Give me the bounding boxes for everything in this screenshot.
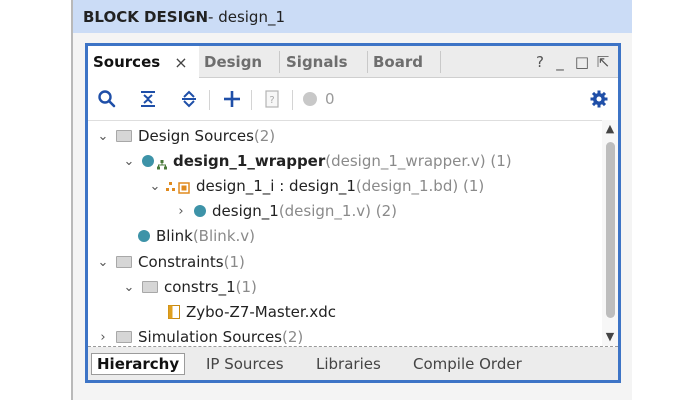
block-design-icon (166, 180, 190, 194)
unknown-file-icon[interactable]: ? (261, 88, 283, 110)
source-tree: ⌄ Design Sources (2) ⌄ design_1_wrapper … (88, 120, 602, 346)
tab-sources-label: Sources (93, 53, 161, 71)
scroll-up-icon[interactable]: ▲ (604, 122, 616, 135)
hierarchy-icon (157, 156, 167, 170)
tab-signals-label: Signals (286, 52, 348, 71)
tab-hierarchy[interactable]: Hierarchy (91, 353, 186, 375)
tab-bar: Sources × Design Signals Board ? _ □ ⇱ (88, 46, 618, 78)
status-indicator: 0 (303, 88, 343, 110)
tree-node-label: Simulation Sources (138, 328, 283, 346)
folder-icon (116, 130, 132, 142)
status-dot-icon (303, 92, 317, 106)
toolbar-divider (209, 90, 210, 110)
tree-node-label: Zybo-Z7-Master.xdc (186, 303, 337, 321)
tree-node-label: design_1_i : design_1 (196, 177, 356, 195)
expand-all-icon[interactable] (178, 88, 200, 110)
window-header: BLOCK DESIGN - design_1 (73, 0, 632, 33)
sources-window: Sources × Design Signals Board ? _ □ ⇱ ?… (85, 43, 621, 383)
vertical-scrollbar[interactable]: ▲ ▼ (602, 120, 618, 346)
tree-node-label: design_1 (212, 202, 279, 220)
folder-icon (116, 256, 132, 268)
bottom-tab-bar: Hierarchy IP Sources Libraries Compile O… (88, 347, 618, 380)
svg-text:?: ? (269, 95, 274, 106)
tree-node-xdc-file[interactable]: Zybo-Z7-Master.xdc (168, 300, 336, 324)
tree-node-blink[interactable]: Blink (Blink.v) (138, 224, 255, 248)
tree-node-label: Constraints (138, 253, 224, 271)
tab-divider (440, 51, 441, 73)
tree-node-constrs-1[interactable]: ⌄ constrs_1 (1) (122, 275, 257, 299)
tab-ip-sources[interactable]: IP Sources (201, 353, 289, 375)
tab-libraries[interactable]: Libraries (311, 353, 386, 375)
tree-node-label: Design Sources (138, 127, 254, 145)
module-dot-icon (142, 155, 154, 167)
tree-node-detail: (2) (253, 127, 276, 145)
tree-node-design-sources[interactable]: ⌄ Design Sources (2) (96, 124, 276, 148)
xdc-file-icon (168, 305, 180, 319)
chevron-down-icon[interactable]: ⌄ (96, 129, 110, 144)
folder-icon (116, 331, 132, 343)
tree-node-constraints[interactable]: ⌄ Constraints (1) (96, 250, 245, 274)
tree-node-detail: (Blink.v) (192, 227, 255, 245)
tree-node-detail: (2) (282, 328, 304, 346)
status-count: 0 (325, 90, 335, 108)
module-dot-icon (194, 205, 206, 217)
chevron-down-icon[interactable]: ⌄ (148, 179, 162, 194)
chevron-down-icon[interactable]: ⌄ (96, 255, 110, 270)
add-icon[interactable] (221, 88, 243, 110)
maximize-icon[interactable]: □ (573, 52, 591, 72)
scroll-down-icon[interactable]: ▼ (604, 330, 616, 343)
float-icon[interactable]: ⇱ (594, 52, 612, 72)
module-dot-icon (138, 230, 150, 242)
tree-node-design-1-wrapper[interactable]: ⌄ design_1_wrapper (design_1_wrapper.v) … (122, 149, 512, 173)
tab-sources[interactable]: Sources × (88, 46, 199, 78)
tree-node-design-1[interactable]: › design_1 (design_1.v) (2) (174, 199, 397, 223)
toolbar: ? 0 (88, 78, 618, 120)
tab-board-label: Board (373, 52, 423, 71)
tree-node-simulation-sources[interactable]: › Simulation Sources (2) (96, 325, 303, 346)
tree-node-detail: (design_1.bd) (1) (355, 177, 485, 195)
header-title-rest: - design_1 (208, 7, 286, 26)
scrollbar-thumb[interactable] (606, 142, 615, 318)
tree-node-design-1-i[interactable]: ⌄ design_1_i : design_1 (design_1.bd) (1… (148, 174, 485, 198)
toolbar-divider (251, 90, 252, 110)
tree-node-label: design_1_wrapper (173, 152, 326, 170)
close-icon[interactable]: × (174, 53, 187, 72)
chevron-down-icon[interactable]: ⌄ (122, 154, 136, 169)
tab-divider (279, 51, 280, 73)
header-title-bold: BLOCK DESIGN (83, 7, 209, 26)
tree-node-detail: (design_1.v) (2) (278, 202, 397, 220)
tab-board[interactable]: Board (368, 46, 440, 77)
tree-node-detail: (1) (223, 253, 245, 271)
help-icon[interactable]: ? (531, 52, 549, 72)
chevron-right-icon[interactable]: › (96, 330, 110, 345)
search-icon[interactable] (96, 88, 118, 110)
folder-icon (142, 281, 158, 293)
tab-signals[interactable]: Signals (281, 46, 367, 77)
tree-node-label: Blink (156, 227, 193, 245)
tree-node-detail: (design_1_wrapper.v) (1) (325, 152, 512, 170)
tab-design-label: Design (204, 52, 263, 71)
tab-compile-order[interactable]: Compile Order (408, 353, 527, 375)
toolbar-divider (292, 90, 293, 110)
tree-node-detail: (1) (235, 278, 257, 296)
chevron-down-icon[interactable]: ⌄ (122, 280, 136, 295)
tab-design[interactable]: Design (199, 46, 279, 77)
minimize-icon[interactable]: _ (551, 52, 569, 72)
gear-icon[interactable] (588, 88, 610, 110)
tree-node-label: constrs_1 (164, 278, 236, 296)
chevron-right-icon[interactable]: › (174, 204, 188, 219)
collapse-all-icon[interactable] (137, 88, 159, 110)
